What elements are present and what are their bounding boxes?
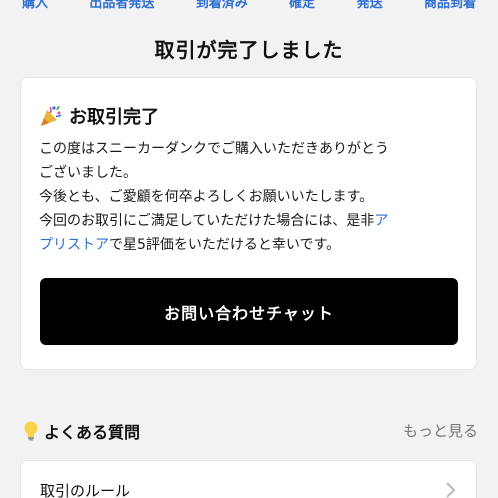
lightbulb-icon bbox=[22, 420, 40, 442]
message-tail: で星5評価をいただけると幸いです。 bbox=[109, 237, 341, 253]
progress-steps: 購入 出品者発送 到着済み 確定 発送 商品到着 bbox=[0, 0, 498, 11]
chevron-right-icon bbox=[444, 479, 458, 498]
message-line: ございました。 bbox=[39, 165, 137, 181]
transaction-complete-card: お取引完了 この度はスニーカーダンクでご購入いただきありがとう ございました。 … bbox=[20, 77, 477, 370]
step-label: 購入 bbox=[22, 0, 49, 11]
see-more-link[interactable]: もっと見る bbox=[403, 420, 478, 441]
step-label: 商品到着 bbox=[423, 0, 476, 11]
faq-list-item[interactable]: 取引のルール bbox=[20, 460, 477, 498]
message-line-text: 今回のお取引にご満足していただけた場合には、是非 bbox=[39, 213, 375, 229]
message-line: この度はスニーカーダンクでご購入いただきありがとう bbox=[39, 141, 389, 157]
step-label: 到着済み bbox=[195, 0, 248, 11]
contact-chat-button[interactable]: お問い合わせチャット bbox=[40, 278, 458, 345]
app-store-link[interactable]: ア bbox=[374, 213, 388, 229]
step-label: 発送 bbox=[356, 0, 383, 11]
message-line: 今後とも、ご愛顧を何卒よろしくお願いいたします。 bbox=[39, 189, 374, 205]
completion-message: この度はスニーカーダンクでご購入いただきありがとう ございました。 今後とも、ご… bbox=[39, 137, 469, 257]
card-heading-text: お取引完了 bbox=[69, 107, 159, 128]
faq-heading: よくある質問 bbox=[22, 419, 140, 443]
faq-title: よくある質問 bbox=[44, 423, 141, 442]
message-line: プリストアで星5評価をいただけると幸いです。 bbox=[39, 233, 469, 257]
card-heading: お取引完了 bbox=[39, 103, 159, 129]
app-store-link[interactable]: プリストア bbox=[39, 237, 109, 253]
message-line: 今回のお取引にご満足していただけた場合には、是非ア bbox=[39, 209, 469, 233]
page-title: 取引が完了しました bbox=[154, 38, 344, 62]
party-popper-icon bbox=[39, 104, 63, 128]
step-label: 出品者発送 bbox=[89, 0, 155, 11]
faq-item-label: 取引のルール bbox=[40, 482, 131, 498]
step-label: 確定 bbox=[289, 0, 316, 11]
